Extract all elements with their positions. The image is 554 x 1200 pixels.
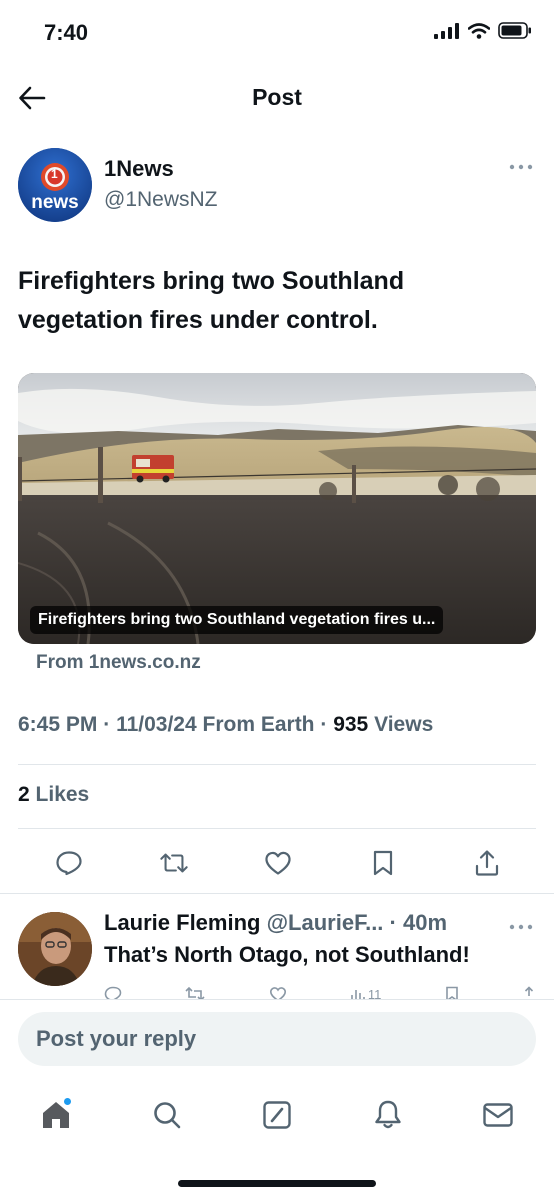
reply-item[interactable]: Laurie Fleming @LaurieF... · 40m That’s …: [18, 908, 536, 1000]
post-location: From Earth: [202, 713, 315, 736]
tab-notifications[interactable]: [370, 1097, 406, 1133]
reply-views[interactable]: 11: [350, 986, 382, 1001]
repost-button[interactable]: [159, 848, 189, 878]
like-icon: [265, 851, 291, 875]
bookmark-button[interactable]: [368, 848, 398, 878]
reply-author-handle[interactable]: @LaurieF...: [267, 910, 384, 935]
meta-separator: ·: [103, 713, 111, 736]
reply-avatar[interactable]: [18, 912, 92, 986]
divider: [0, 893, 554, 894]
card-caption: Firefighters bring two Southland vegetat…: [30, 606, 444, 634]
card-image: [18, 373, 536, 644]
reply-author-name[interactable]: Laurie Fleming: [104, 910, 260, 935]
post-actions: [18, 840, 536, 886]
bookmark-icon: [373, 850, 392, 876]
author-avatar[interactable]: 1 news: [18, 148, 92, 222]
home-indicator[interactable]: [178, 1180, 376, 1187]
views-count: 935: [333, 713, 369, 736]
card-source[interactable]: From 1news.co.nz: [36, 652, 201, 674]
divider: [18, 828, 536, 829]
bottom-tab-bar: [0, 1088, 554, 1142]
views-icon: [351, 990, 365, 1000]
tab-messages[interactable]: [480, 1097, 516, 1133]
notifications-icon: [374, 1100, 401, 1129]
reply-share-icon[interactable]: [522, 986, 536, 1000]
post-author: 1 news 1News @1NewsNZ: [18, 148, 536, 224]
avatar-badge: 1: [51, 167, 58, 181]
reply-icon: [56, 851, 82, 876]
divider: [18, 764, 536, 765]
reply-avatar-photo: [18, 912, 92, 986]
notification-dot: [63, 1097, 72, 1106]
post-time: 6:45 PM: [18, 713, 98, 736]
reply-like-icon[interactable]: [269, 986, 287, 1000]
tab-grok[interactable]: [259, 1097, 295, 1133]
reply-header: Laurie Fleming @LaurieF... · 40m: [104, 910, 447, 936]
link-card[interactable]: Firefighters bring two Southland vegetat…: [18, 373, 536, 644]
author-name[interactable]: 1News: [104, 156, 174, 182]
battery-icon: [498, 22, 531, 39]
reply-views-count: 11: [367, 986, 382, 1001]
meta-separator: ·: [389, 910, 397, 935]
post-meta: 6:45 PM · 11/03/24 From Earth · 935 View…: [18, 713, 433, 737]
reply-actions: 11: [104, 986, 536, 1000]
post-text: Firefighters bring two Southland vegetat…: [18, 267, 405, 334]
status-bar: 7:40: [0, 0, 554, 70]
page-title: Post: [252, 84, 302, 110]
reply-input-placeholder: Post your reply: [36, 1026, 197, 1051]
signal-icon: [434, 22, 459, 39]
like-button[interactable]: [263, 848, 293, 878]
more-options-icon[interactable]: [508, 160, 534, 174]
grok-icon: [263, 1101, 291, 1129]
messages-icon: [483, 1103, 513, 1127]
share-button[interactable]: [472, 848, 502, 878]
likes-summary[interactable]: 2 Likes: [18, 783, 89, 807]
likes-count: 2: [18, 783, 30, 806]
views-label: Views: [374, 713, 434, 736]
tab-search[interactable]: [149, 1097, 185, 1133]
tab-home[interactable]: [38, 1097, 74, 1133]
reply-bookmark-icon[interactable]: [445, 986, 459, 1000]
reply-reply-icon[interactable]: [104, 986, 122, 1000]
avatar-text: news: [31, 192, 79, 213]
status-time: 7:40: [44, 20, 89, 45]
share-icon: [475, 850, 499, 876]
meta-separator: ·: [320, 713, 328, 736]
repost-icon: [159, 853, 188, 873]
reply-more-options-icon[interactable]: [508, 920, 534, 934]
reply-input[interactable]: Post your reply: [18, 1012, 536, 1066]
status-icons: [434, 22, 532, 39]
search-icon: [153, 1102, 180, 1129]
reply-time: 40m: [403, 910, 448, 935]
nav-header: Post: [0, 72, 554, 124]
post-date: 11/03/24: [116, 713, 197, 736]
reply-text: That’s North Otago, not Southland!: [104, 942, 470, 967]
divider: [0, 999, 554, 1000]
reply-button[interactable]: [54, 848, 84, 878]
likes-label: Likes: [35, 783, 90, 806]
wifi-icon: [468, 22, 490, 39]
author-handle[interactable]: @1NewsNZ: [104, 188, 218, 212]
reply-repost-icon[interactable]: [185, 986, 205, 1000]
